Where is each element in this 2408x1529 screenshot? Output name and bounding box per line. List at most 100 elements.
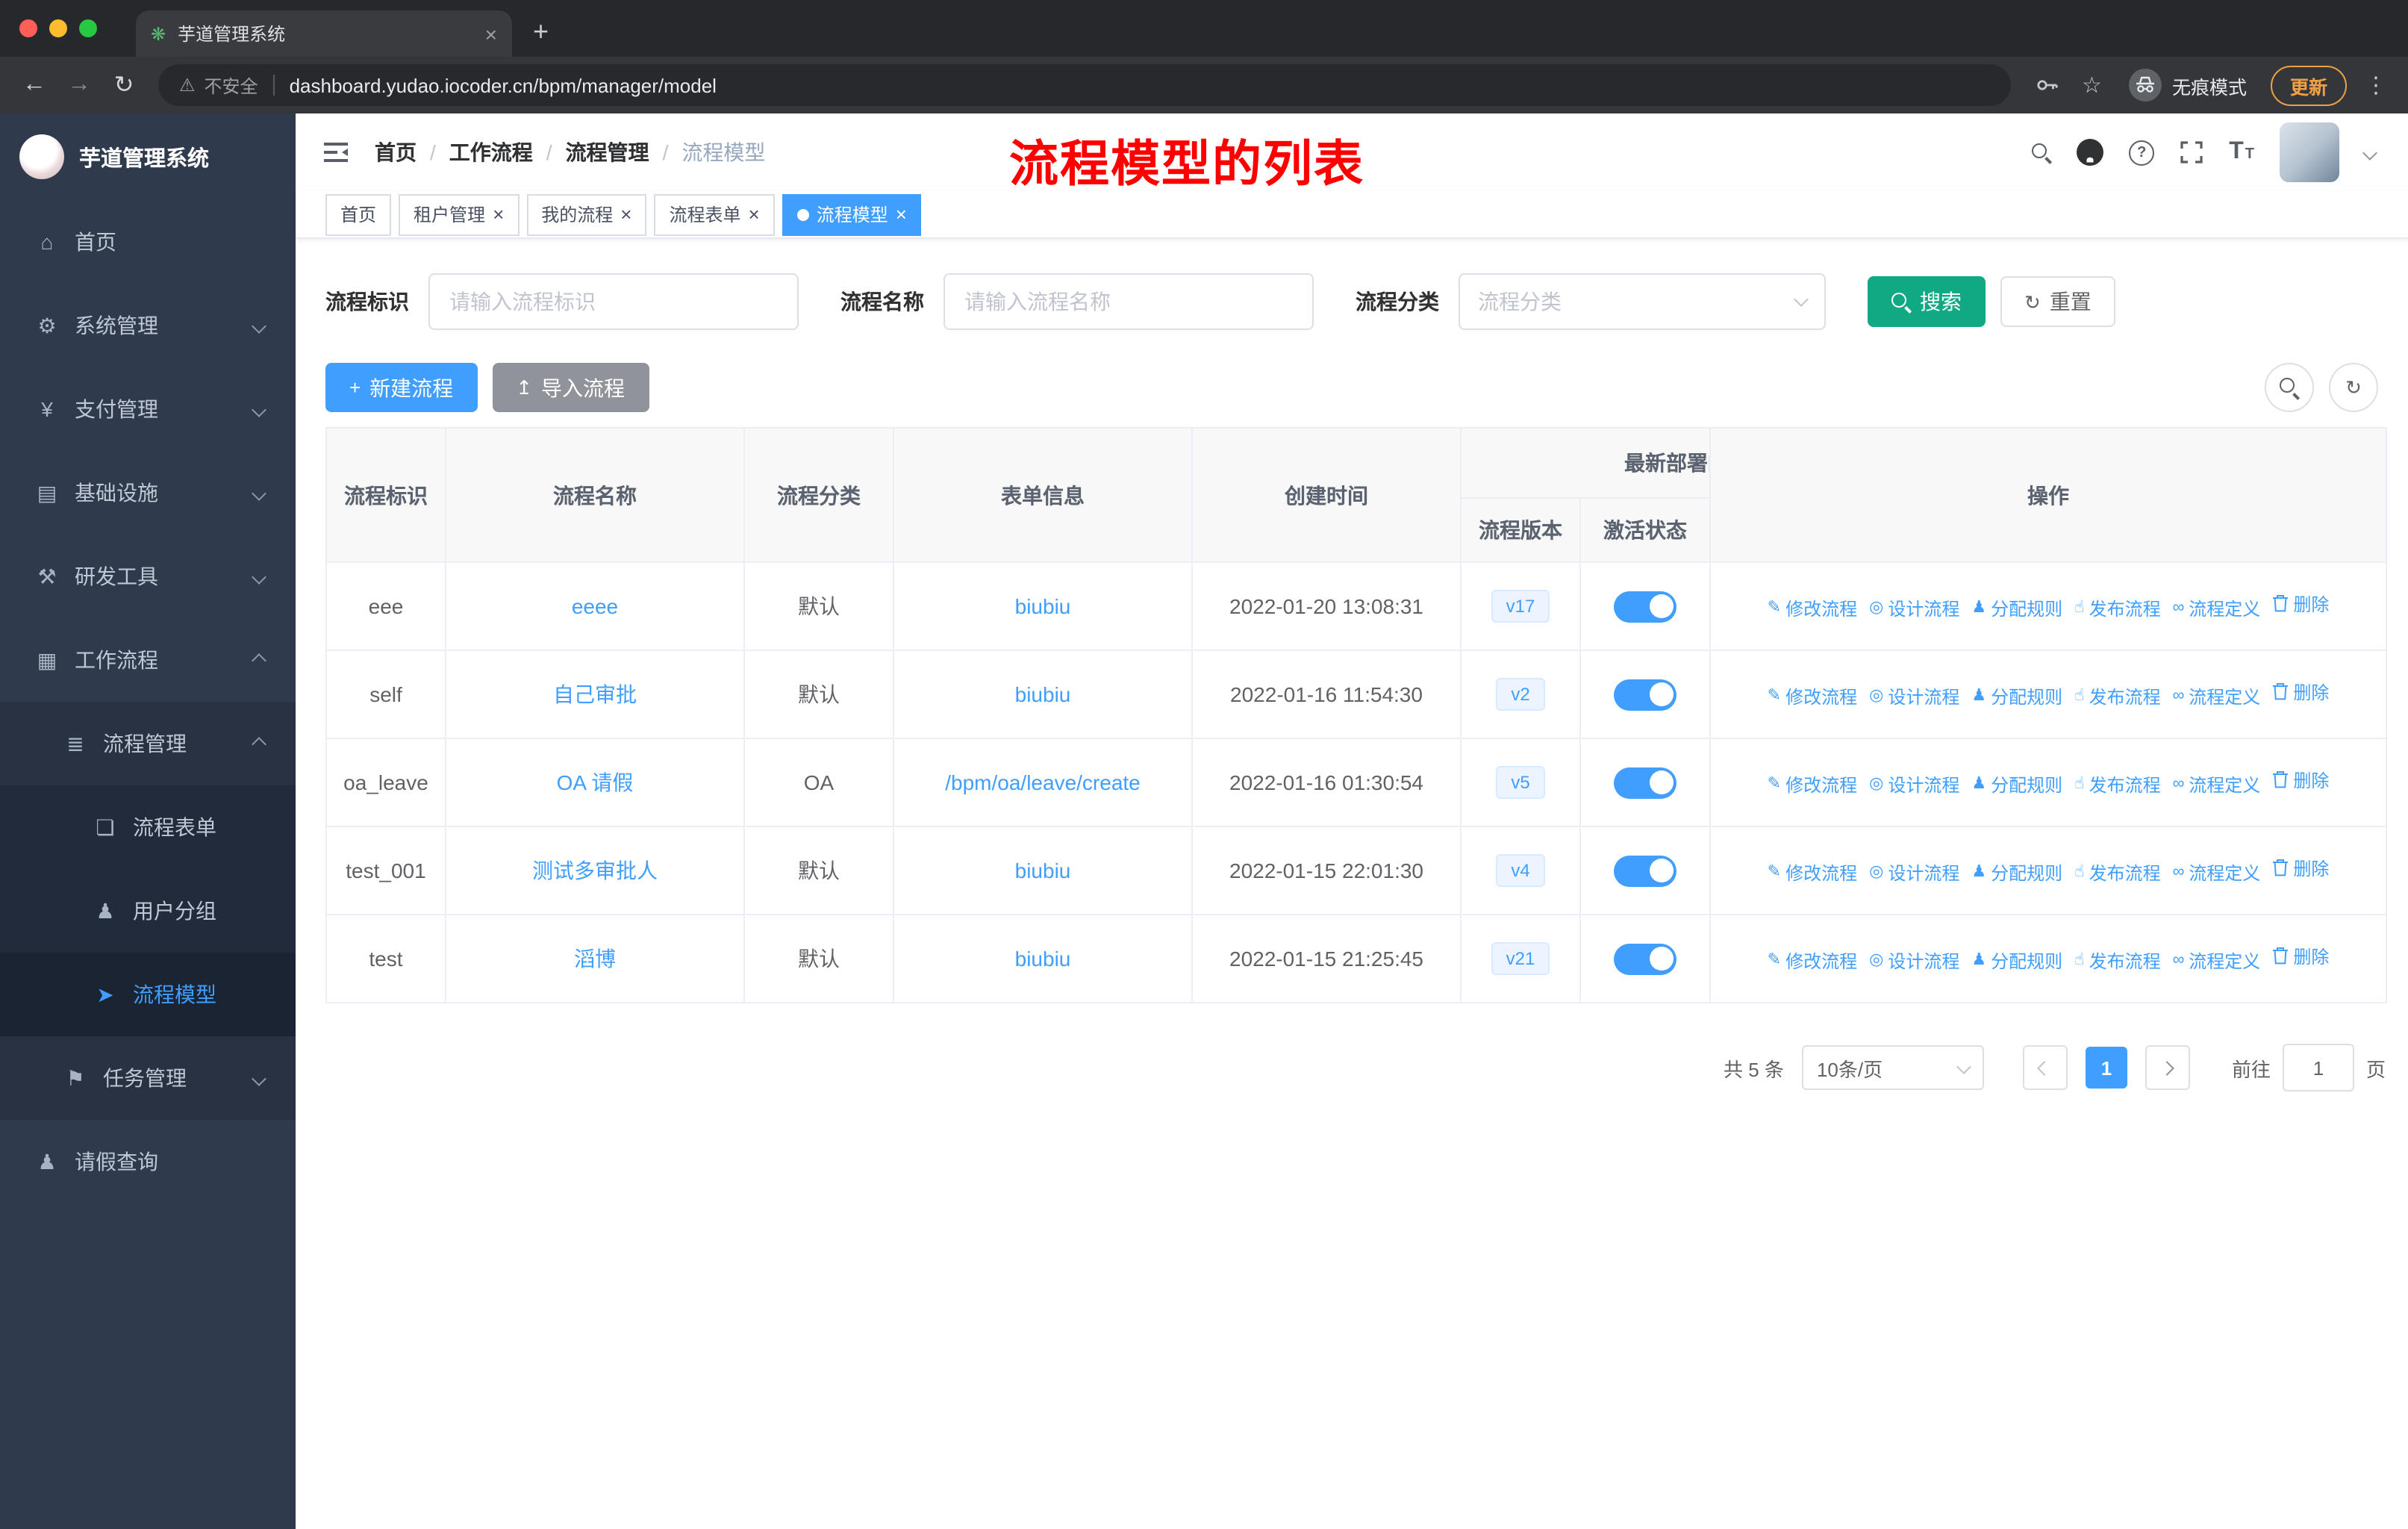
back-icon[interactable]: ←	[12, 72, 57, 99]
definition-action-link[interactable]: ∞ 流程定义	[2173, 861, 2261, 886]
forward-icon[interactable]: →	[57, 72, 102, 99]
delete-action-link[interactable]: 删除	[2272, 856, 2329, 881]
process-key-input[interactable]	[428, 273, 799, 330]
sidebar-fold-icon[interactable]	[322, 140, 349, 164]
create-process-button[interactable]: + 新建流程	[325, 363, 478, 412]
tag-item[interactable]: 流程模型 ×	[782, 193, 922, 235]
browser-tab[interactable]: ❋ 芋道管理系统 ×	[136, 10, 512, 57]
tag-item[interactable]: 流程表单 ×	[654, 193, 775, 235]
active-status-toggle[interactable]	[1614, 679, 1676, 710]
sidebar-item-payment[interactable]: ¥ 支付管理	[0, 367, 296, 451]
goto-page-input[interactable]	[2282, 1044, 2354, 1092]
sidebar-item-process-form[interactable]: ❏ 流程表单	[0, 785, 296, 869]
process-name-link[interactable]: 自己审批	[553, 682, 637, 706]
font-size-icon[interactable]: TT	[2229, 139, 2254, 166]
assign-rule-action-link[interactable]: ♟ 分配规则	[1971, 949, 2062, 974]
form-info-link[interactable]: biubiu	[1015, 682, 1071, 706]
browser-menu-icon[interactable]: ⋮	[2365, 72, 2387, 99]
breadcrumb-item[interactable]: 工作流程	[449, 137, 533, 167]
assign-rule-action-link[interactable]: ♟ 分配规则	[1971, 685, 2062, 710]
design-action-link[interactable]: ◎ 设计流程	[1869, 861, 1959, 886]
page-size-select[interactable]: 10条/页	[1801, 1045, 1984, 1090]
security-label[interactable]: 不安全	[205, 72, 258, 98]
delete-action-link[interactable]: 删除	[2272, 591, 2329, 617]
process-name-link[interactable]: 测试多审批人	[532, 859, 658, 882]
tag-item[interactable]: 租户管理 ×	[399, 193, 520, 235]
reload-icon[interactable]: ↻	[102, 70, 146, 100]
bookmark-star-icon[interactable]: ☆	[2082, 72, 2102, 99]
definition-action-link[interactable]: ∞ 流程定义	[2173, 685, 2261, 710]
avatar-caret-icon[interactable]	[2362, 145, 2377, 160]
sidebar-item-process-model[interactable]: ➤ 流程模型	[0, 953, 296, 1036]
definition-action-link[interactable]: ∞ 流程定义	[2173, 773, 2261, 798]
definition-action-link[interactable]: ∞ 流程定义	[2173, 597, 2261, 622]
delete-action-link[interactable]: 删除	[2272, 767, 2329, 793]
new-tab-button[interactable]: +	[533, 16, 549, 48]
modify-action-link[interactable]: ✎ 修改流程	[1768, 685, 1857, 710]
sidebar-item-infrastructure[interactable]: ▤ 基础设施	[0, 451, 296, 535]
tag-close-icon[interactable]: ×	[896, 205, 907, 224]
modify-action-link[interactable]: ✎ 修改流程	[1768, 597, 1857, 622]
active-status-toggle[interactable]	[1614, 943, 1676, 974]
fullscreen-icon[interactable]	[2180, 140, 2203, 164]
definition-action-link[interactable]: ∞ 流程定义	[2173, 949, 2261, 974]
password-key-icon[interactable]	[2034, 73, 2058, 97]
tag-item[interactable]: 首页	[325, 193, 392, 235]
modify-action-link[interactable]: ✎ 修改流程	[1768, 861, 1857, 886]
delete-action-link[interactable]: 删除	[2272, 679, 2329, 705]
sidebar-item-system[interactable]: ⚙ 系统管理	[0, 284, 296, 367]
design-action-link[interactable]: ◎ 设计流程	[1869, 685, 1959, 710]
publish-action-link[interactable]: ☝ 发布流程	[2074, 861, 2160, 886]
process-name-link[interactable]: OA 请假	[557, 770, 634, 794]
tag-close-icon[interactable]: ×	[749, 205, 760, 224]
browser-update-button[interactable]: 更新	[2270, 65, 2347, 105]
publish-action-link[interactable]: ☝ 发布流程	[2074, 685, 2160, 710]
search-icon[interactable]	[2032, 143, 2051, 162]
minimize-window-button[interactable]	[49, 19, 67, 37]
assign-rule-action-link[interactable]: ♟ 分配规则	[1971, 861, 2062, 886]
sidebar-item-leave-query[interactable]: ♟ 请假查询	[0, 1120, 296, 1203]
refresh-table-button[interactable]: ↻	[2329, 363, 2378, 412]
process-name-input[interactable]	[943, 273, 1314, 330]
help-question-icon[interactable]	[2129, 140, 2155, 165]
form-info-link[interactable]: biubiu	[1015, 594, 1071, 618]
tag-close-icon[interactable]: ×	[620, 205, 631, 224]
close-window-button[interactable]	[19, 19, 37, 37]
delete-action-link[interactable]: 删除	[2272, 944, 2329, 969]
tag-item[interactable]: 我的流程 ×	[526, 193, 647, 235]
process-name-link[interactable]: 滔博	[574, 947, 616, 971]
search-button[interactable]: 搜索	[1868, 276, 1986, 327]
incognito-indicator[interactable]: 无痕模式	[2128, 69, 2247, 102]
design-action-link[interactable]: ◎ 设计流程	[1869, 949, 1959, 974]
assign-rule-action-link[interactable]: ♟ 分配规则	[1971, 773, 2062, 798]
form-info-link[interactable]: biubiu	[1015, 947, 1071, 971]
publish-action-link[interactable]: ☝ 发布流程	[2074, 597, 2160, 622]
active-status-toggle[interactable]	[1614, 767, 1676, 798]
current-page-button[interactable]: 1	[2085, 1047, 2127, 1089]
breadcrumb-item[interactable]: 流程管理	[566, 137, 649, 167]
design-action-link[interactable]: ◎ 设计流程	[1869, 773, 1959, 798]
tag-close-icon[interactable]: ×	[493, 205, 504, 224]
breadcrumb-item[interactable]: 首页	[375, 137, 417, 167]
process-category-select[interactable]: 流程分类	[1459, 273, 1826, 330]
sidebar-item-user-group[interactable]: ♟ 用户分组	[0, 869, 296, 953]
prev-page-button[interactable]	[2022, 1045, 2068, 1090]
sidebar-item-home[interactable]: ⌂ 首页	[0, 200, 296, 284]
zoom-window-button[interactable]	[79, 19, 97, 37]
design-action-link[interactable]: ◎ 设计流程	[1869, 597, 1959, 622]
process-name-link[interactable]: eeee	[572, 594, 618, 618]
address-bar[interactable]: ⚠ 不安全 dashboard.yudao.iocoder.cn/bpm/man…	[158, 64, 2011, 106]
active-status-toggle[interactable]	[1614, 855, 1676, 886]
modify-action-link[interactable]: ✎ 修改流程	[1768, 949, 1857, 974]
sidebar-item-devtools[interactable]: ⚒ 研发工具	[0, 535, 296, 618]
toggle-search-button[interactable]	[2265, 363, 2314, 412]
form-info-link[interactable]: /bpm/oa/leave/create	[945, 770, 1141, 794]
import-process-button[interactable]: ↥ 导入流程	[492, 363, 649, 412]
active-status-toggle[interactable]	[1614, 591, 1676, 622]
user-avatar[interactable]	[2280, 122, 2339, 182]
sidebar-item-process-management[interactable]: ≣ 流程管理	[0, 702, 296, 785]
reset-button[interactable]: ↻ 重置	[2000, 276, 2115, 327]
github-icon[interactable]	[2077, 139, 2104, 166]
publish-action-link[interactable]: ☝ 发布流程	[2074, 949, 2160, 974]
modify-action-link[interactable]: ✎ 修改流程	[1768, 773, 1857, 798]
